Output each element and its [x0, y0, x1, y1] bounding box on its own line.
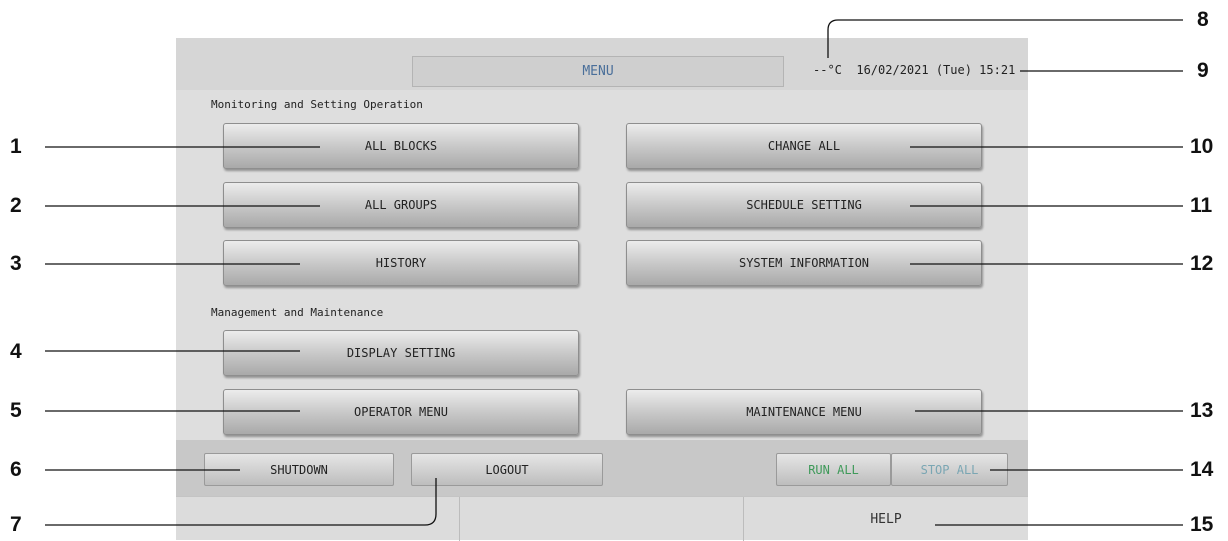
callout-leader-lines — [45, 19, 1183, 526]
callout-9: 9 — [1197, 59, 1209, 82]
callout-14: 14 — [1190, 458, 1214, 481]
callout-4: 4 — [10, 340, 22, 363]
callout-3: 3 — [10, 252, 22, 275]
callout-10: 10 — [1190, 135, 1214, 158]
callout-7: 7 — [10, 513, 22, 536]
callout-2: 2 — [10, 194, 22, 217]
callout-1: 1 — [10, 135, 22, 158]
callout-5: 5 — [10, 399, 22, 422]
callout-6: 6 — [10, 458, 22, 481]
callout-12: 12 — [1190, 252, 1214, 275]
callout-11: 11 — [1190, 194, 1213, 217]
callout-8: 8 — [1197, 8, 1209, 31]
callout-15: 15 — [1190, 513, 1214, 536]
callout-13: 13 — [1190, 399, 1214, 422]
